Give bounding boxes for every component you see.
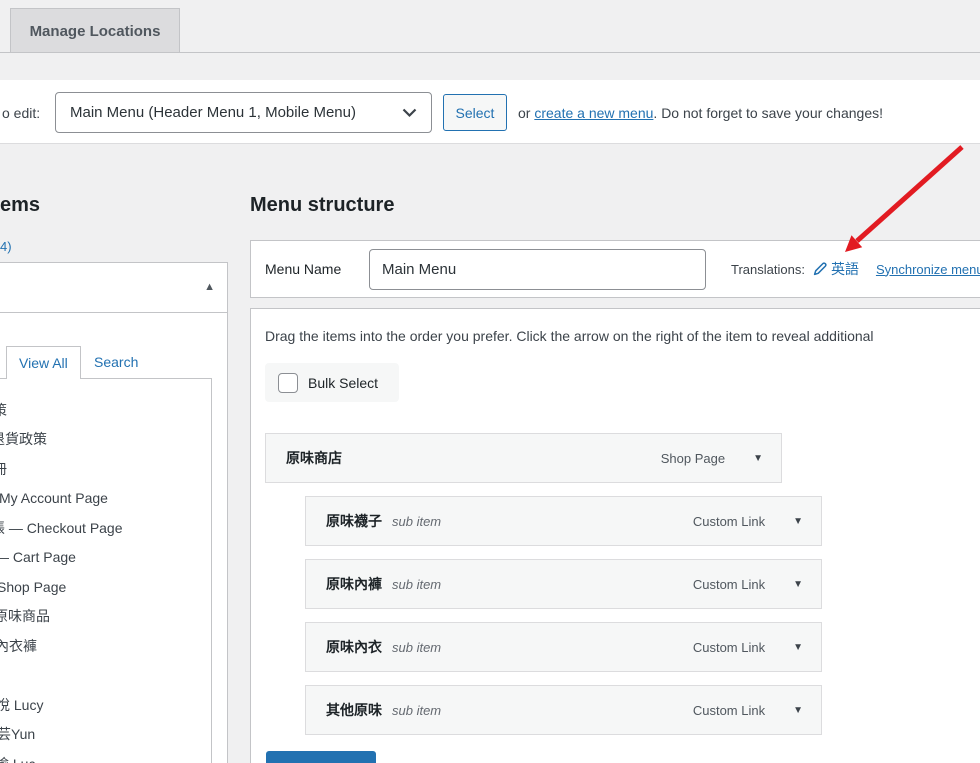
page-list-item[interactable]: Shop Page <box>0 572 211 602</box>
page-list-item[interactable]: 芸Yun <box>0 720 211 750</box>
menu-item-title: 原味內衣 <box>326 639 382 655</box>
pages-accordion-header[interactable]: ▲ <box>0 263 227 313</box>
menu-item-type-label: Custom Link <box>692 513 766 529</box>
menu-select-dropdown[interactable]: Main Menu (Header Menu 1, Mobile Menu) <box>55 92 432 133</box>
menu-item-title: 其他原味 <box>326 702 382 718</box>
page-list-item-label: 退貨政策 <box>0 431 47 448</box>
tab-search-label: Search <box>94 354 139 370</box>
page-list-item[interactable]: — Cart Page <box>0 543 211 573</box>
tab-manage-locations[interactable]: Manage Locations <box>10 8 180 53</box>
expand-arrow-icon[interactable]: ▼ <box>793 579 803 590</box>
page-list-item-label: 原味商品 <box>0 608 50 625</box>
page-list-item-label: — Cart Page <box>0 549 76 566</box>
pencil-icon <box>812 261 828 277</box>
menu-name-input[interactable] <box>369 249 706 290</box>
pages-accordion-panel: ▲ View All Search 策退貨政策冊 My Account Page 帳… <box>0 262 228 763</box>
page-list-item-label: 悅 Lucy <box>0 696 44 713</box>
select-button-label: Select <box>455 104 495 121</box>
create-new-menu-link[interactable]: create a new menu <box>534 105 653 121</box>
page-list-item[interactable]: 退貨政策 <box>0 425 211 455</box>
page-list-item-label: 策 <box>0 400 7 420</box>
expand-arrow-icon[interactable]: ▼ <box>793 642 803 653</box>
menu-item-bar[interactable]: 其他原味 sub item Custom Link ▼ <box>305 685 822 735</box>
save-changes-text: . Do not forget to save your changes! <box>653 105 883 121</box>
collapse-triangle-icon[interactable]: ▲ <box>204 281 215 293</box>
pages-checklist-box: 策退貨政策冊 My Account Page 帳 — Checkout Page — … <box>0 378 212 763</box>
menu-item-type-label: Custom Link <box>692 576 766 592</box>
translations-label: Translations: <box>731 261 805 277</box>
select-button[interactable]: Select <box>443 94 507 131</box>
page-list-item-label: Shop Page <box>0 578 67 595</box>
bulk-select-checkbox[interactable] <box>278 372 298 393</box>
translations-group: Translations: 英語 Synchronize menu <box>731 241 980 297</box>
or-text: or <box>518 105 535 121</box>
menu-item-subitem-label: sub item <box>392 702 442 718</box>
tab-view-all[interactable]: View All <box>6 346 81 379</box>
create-menu-hint: or create a new menu. Do not forget to s… <box>518 105 883 121</box>
page-list-item-label: 帳 — Checkout Page <box>0 519 123 536</box>
menu-item-bar[interactable]: 原味商店 Shop Page ▼ <box>265 433 782 483</box>
menu-item-subitem-label: sub item <box>392 513 442 529</box>
expand-arrow-icon[interactable]: ▼ <box>753 453 763 464</box>
page-list-item[interactable] <box>0 661 211 691</box>
chevron-down-icon <box>402 108 417 118</box>
menu-item-subitem-label: sub item <box>392 576 442 592</box>
menu-item-type-label: Custom Link <box>692 702 766 718</box>
menu-item-title: 原味襪子 <box>326 513 382 529</box>
page-list-item[interactable]: 內衣褲 <box>0 631 211 661</box>
menu-item-subitem-label: sub item <box>392 639 442 655</box>
synchronize-menus-link[interactable]: Synchronize menu <box>876 262 980 277</box>
page-list-item[interactable]: 愉 Luc <box>0 749 211 763</box>
tab-manage-locations-label: Manage Locations <box>29 22 161 40</box>
expand-arrow-icon[interactable]: ▼ <box>793 516 803 527</box>
menu-structure-title: Menu structure <box>250 194 395 216</box>
add-menu-items-heading: ems <box>0 194 41 216</box>
tab-view-all-label: View All <box>19 355 68 371</box>
page-list-item-label: 芸Yun <box>0 726 36 743</box>
page-list-item[interactable]: 原味商品 <box>0 602 211 632</box>
save-menu-button[interactable] <box>266 751 376 763</box>
page-list-item[interactable]: 冊 <box>0 454 211 484</box>
menu-structure-card: Drag the items into the order you prefer… <box>250 308 980 763</box>
select-menu-to-edit-label: o edit: <box>2 105 41 121</box>
page-list-item-label: 內衣褲 <box>0 637 37 654</box>
menu-item-type-label: Shop Page <box>660 450 726 466</box>
count-link-fragment[interactable]: 4) <box>0 239 12 254</box>
wordpress-menus-screen: Manage Locations o edit: Main Menu (Head… <box>0 0 980 763</box>
menu-item-bar[interactable]: 原味內衣 sub item Custom Link ▼ <box>305 622 822 672</box>
expand-arrow-icon[interactable]: ▼ <box>793 705 803 716</box>
page-list-item[interactable]: 悅 Lucy <box>0 690 211 720</box>
menu-select-dropdown-value: Main Menu (Header Menu 1, Mobile Menu) <box>70 104 356 121</box>
page-list-item[interactable]: 帳 — Checkout Page <box>0 513 211 543</box>
page-list-item-label: 冊 <box>0 459 7 479</box>
menu-items-container: 原味商店 Shop Page ▼ 原味襪子 sub item Custom Link ▼ 原味… <box>251 433 980 748</box>
pages-list: 策退貨政策冊 My Account Page 帳 — Checkout Page — … <box>0 379 211 763</box>
menu-item-bar[interactable]: 原味內褲 sub item Custom Link ▼ <box>305 559 822 609</box>
page-list-item-label: My Account Page <box>0 490 108 507</box>
page-list-item-label: 愉 Luc <box>0 754 35 763</box>
page-list-item[interactable]: My Account Page <box>0 484 211 514</box>
bulk-select-control: Bulk Select <box>265 363 399 402</box>
menu-name-card: Menu Name Translations: 英語 Synchronize m… <box>250 240 980 298</box>
tab-row-divider <box>0 52 980 53</box>
menu-item-title: 原味內褲 <box>326 576 382 592</box>
menu-item-bar[interactable]: 原味襪子 sub item Custom Link ▼ <box>305 496 822 546</box>
bulk-select-label: Bulk Select <box>308 374 379 391</box>
menu-item-type-label: Custom Link <box>692 639 766 655</box>
tab-search[interactable]: Search <box>94 354 138 370</box>
page-list-item[interactable]: 策 <box>0 395 211 425</box>
menu-item-title: 原味商店 <box>286 450 342 466</box>
translation-language-label: 英語 <box>830 261 859 277</box>
menu-select-bar: o edit: Main Menu (Header Menu 1, Mobile… <box>0 80 980 144</box>
drag-instructions-text: Drag the items into the order you prefer… <box>265 328 874 344</box>
edit-translation-link[interactable]: 英語 <box>812 259 859 279</box>
menu-name-label: Menu Name <box>265 261 342 277</box>
